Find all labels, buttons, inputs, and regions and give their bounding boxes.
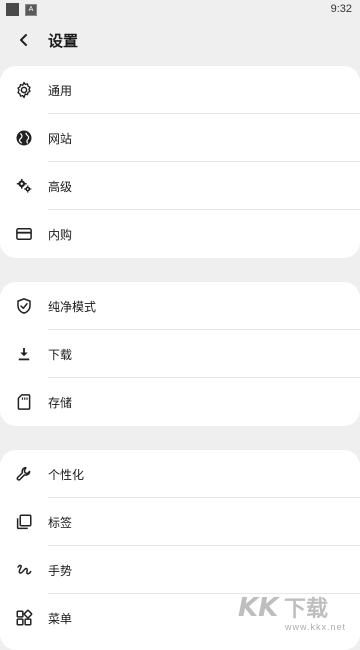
status-icons: A [6,3,37,16]
status-bar: A 9:32 [0,0,360,20]
settings-item-advanced[interactable]: 高级 [0,162,360,210]
menu-grid-icon [14,608,34,628]
settings-item-personalization[interactable]: 个性化 [0,450,360,498]
back-button[interactable] [10,26,38,54]
settings-item-storage[interactable]: 存储 [0,378,360,426]
back-arrow-icon [20,34,27,46]
page-title: 设置 [48,33,79,50]
settings-item-label: 手势 [48,564,73,578]
settings-item-label: 菜单 [48,612,73,626]
settings-item-websites[interactable]: 网站 [0,114,360,162]
settings-item-label: 个性化 [48,468,85,482]
settings-item-label: 纯净模式 [48,300,97,314]
gears-icon [14,176,34,196]
shield-check-icon [14,296,34,316]
toolbar: 设置 [0,20,360,60]
settings-item-menu[interactable]: 菜单 [0,594,360,642]
settings-group-1: 通用 网站 高级 内购 [0,66,360,258]
settings-item-gestures[interactable]: 手势 [0,546,360,594]
settings-item-clean-mode[interactable]: 纯净模式 [0,282,360,330]
settings-item-in-app-purchase[interactable]: 内购 [0,210,360,258]
settings-item-label: 高级 [48,180,73,194]
settings-item-general[interactable]: 通用 [0,66,360,114]
settings-item-tabs[interactable]: 标签 [0,498,360,546]
gesture-icon [14,560,34,580]
card-icon [14,224,34,244]
globe-icon [14,128,34,148]
settings-item-label: 网站 [48,132,73,146]
settings-item-label: 标签 [48,516,73,530]
settings-item-label: 下载 [48,348,73,362]
settings-item-label: 内购 [48,228,73,242]
notification-icon [6,3,19,16]
gear-icon [14,80,34,100]
settings-item-label: 存储 [48,396,73,410]
tabs-icon [14,512,34,532]
wrench-icon [14,464,34,484]
app-badge-icon: A [25,3,37,16]
sd-card-icon [14,392,34,412]
download-icon [14,344,34,364]
settings-group-2: 纯净模式 下载 存储 [0,282,360,426]
settings-group-3: 个性化 标签 手势 菜单 [0,450,360,650]
settings-item-label: 通用 [48,84,73,98]
status-time: 9:32 [330,3,352,15]
settings-item-downloads[interactable]: 下载 [0,330,360,378]
